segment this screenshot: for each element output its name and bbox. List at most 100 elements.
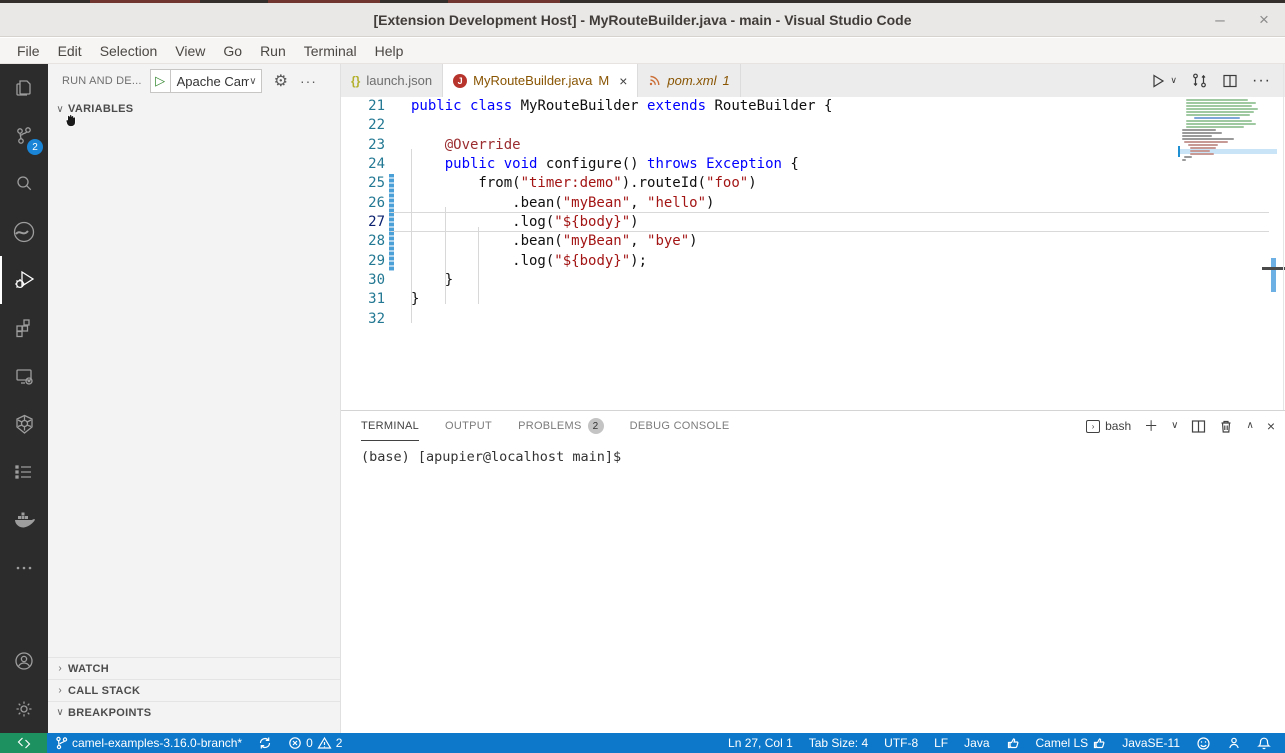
- code-line[interactable]: 30 }: [341, 271, 1285, 290]
- encoding-status[interactable]: UTF-8: [876, 733, 926, 753]
- code-text: public void configure() throws Exception…: [411, 155, 799, 174]
- open-changes-icon[interactable]: [1191, 72, 1208, 89]
- tab-output[interactable]: OUTPUT: [445, 411, 492, 441]
- more-editor-actions-icon[interactable]: ···: [1252, 72, 1271, 90]
- code-line[interactable]: 22: [341, 116, 1285, 135]
- indentation-status[interactable]: Tab Size: 4: [801, 733, 876, 753]
- cursor-position-status[interactable]: Ln 27, Col 1: [720, 733, 801, 753]
- scrollbar-overview-ruler[interactable]: [1271, 97, 1277, 410]
- close-tab-icon[interactable]: ×: [619, 73, 627, 89]
- minimap-row: [1182, 159, 1186, 161]
- menu-go[interactable]: Go: [214, 43, 251, 59]
- minimize-button[interactable]: –: [1209, 11, 1231, 28]
- menu-terminal[interactable]: Terminal: [295, 43, 366, 59]
- menu-edit[interactable]: Edit: [49, 43, 91, 59]
- tab-debug-console[interactable]: DEBUG CONSOLE: [630, 411, 730, 441]
- code-line[interactable]: 32: [341, 310, 1285, 329]
- watch-section-header[interactable]: › WATCH: [48, 657, 340, 679]
- camel-ls-status[interactable]: Camel LS: [1028, 733, 1115, 753]
- modified-badge: M: [598, 73, 609, 88]
- more-actions-icon[interactable]: ···: [300, 73, 317, 89]
- code-line[interactable]: 24 public void configure() throws Except…: [341, 155, 1285, 174]
- code-editor[interactable]: 21public class MyRouteBuilder extends Ro…: [341, 97, 1285, 410]
- code-text: }: [411, 271, 453, 290]
- code-line[interactable]: 23 @Override: [341, 136, 1285, 155]
- minimap-row: [1182, 138, 1234, 140]
- source-control-icon[interactable]: 2: [0, 112, 48, 160]
- overview-cursor-marker: [1262, 267, 1285, 270]
- source-control-badge: 2: [27, 139, 43, 155]
- docker-icon[interactable]: [0, 496, 48, 544]
- kill-terminal-trash-icon[interactable]: [1219, 419, 1233, 434]
- mouse-hand-cursor: [61, 112, 81, 132]
- explorer-icon[interactable]: [0, 64, 48, 112]
- account-icon[interactable]: [0, 637, 48, 685]
- extensions-icon[interactable]: [0, 304, 48, 352]
- code-line[interactable]: 27 .log("${body}"): [341, 213, 1285, 232]
- menu-selection[interactable]: Selection: [91, 43, 167, 59]
- remote-indicator[interactable]: [0, 733, 47, 753]
- sync-changes-button[interactable]: [250, 733, 280, 753]
- start-debug-icon[interactable]: ▷: [151, 70, 171, 92]
- notifications-bell[interactable]: [1249, 733, 1279, 753]
- more-views-icon[interactable]: [0, 544, 48, 592]
- language-mode-status[interactable]: Java: [956, 733, 997, 753]
- code-line[interactable]: 31}: [341, 290, 1285, 309]
- problems-status[interactable]: 0 2: [280, 733, 350, 753]
- run-file-icon[interactable]: [1150, 73, 1166, 89]
- breakpoints-section-header[interactable]: ∨ BREAKPOINTS: [48, 701, 340, 733]
- terminal-dropdown-chevron-icon[interactable]: ∨: [1171, 421, 1178, 431]
- code-line[interactable]: 29 .log("${body}");: [341, 252, 1285, 271]
- minimap-row: [1182, 135, 1212, 137]
- git-branch-status[interactable]: camel-examples-3.16.0-branch*: [47, 733, 250, 753]
- terminal-output[interactable]: (base) [apupier@localhost main]$: [341, 441, 1285, 465]
- tab-problems[interactable]: PROBLEMS 2: [518, 411, 604, 441]
- gutter: [389, 310, 394, 329]
- test-list-icon[interactable]: [0, 448, 48, 496]
- jdk-status[interactable]: JavaSE-11: [1114, 733, 1188, 753]
- settings-gear-icon[interactable]: [0, 685, 48, 733]
- tab-myroutebuilder-java[interactable]: J MyRouteBuilder.java M ×: [443, 64, 638, 97]
- line-number: 25: [341, 174, 385, 193]
- sync-icon: [258, 736, 272, 750]
- json-file-icon: {}: [351, 74, 360, 88]
- maximize-panel-icon[interactable]: ∧: [1246, 421, 1253, 431]
- remote-explorer-icon[interactable]: [0, 352, 48, 400]
- call-stack-section-header[interactable]: › CALL STACK: [48, 679, 340, 701]
- menu-view[interactable]: View: [166, 43, 214, 59]
- shell-selector[interactable]: › bash: [1086, 419, 1131, 433]
- remote-agent-status[interactable]: [1219, 733, 1249, 753]
- menu-file[interactable]: File: [8, 43, 49, 59]
- tab-terminal[interactable]: TERMINAL: [361, 411, 419, 441]
- new-terminal-icon[interactable]: ＋: [1144, 419, 1158, 433]
- split-terminal-icon[interactable]: [1191, 419, 1206, 434]
- minimap[interactable]: [1180, 97, 1268, 187]
- feedback-smiley[interactable]: [1188, 733, 1219, 753]
- code-line[interactable]: 26 .bean("myBean", "hello"): [341, 194, 1285, 213]
- variables-section-header[interactable]: ∨ VARIABLES: [48, 98, 340, 120]
- run-and-debug-icon[interactable]: [0, 256, 48, 304]
- close-button[interactable]: ×: [1253, 11, 1275, 28]
- close-panel-icon[interactable]: ×: [1267, 419, 1275, 433]
- split-editor-icon[interactable]: [1222, 73, 1238, 89]
- configure-gear-icon[interactable]: ⚙: [274, 71, 288, 91]
- openshift-extension-icon[interactable]: [0, 208, 48, 256]
- menu-run[interactable]: Run: [251, 43, 295, 59]
- code-line[interactable]: 25 from("timer:demo").routeId("foo"): [341, 174, 1285, 193]
- chevron-down-icon: ∨: [52, 707, 68, 718]
- tab-launch-json[interactable]: {} launch.json: [341, 64, 443, 97]
- run-and-debug-toolbar: RUN AND DE... ▷ Apache Came ∨ ⚙ ···: [48, 64, 340, 98]
- menu-help[interactable]: Help: [366, 43, 413, 59]
- tab-pom-xml[interactable]: pom.xml 1: [638, 64, 740, 97]
- java-status-thumbsup[interactable]: [998, 733, 1028, 753]
- code-text: .bean("myBean", "hello"): [411, 194, 714, 213]
- eol-status[interactable]: LF: [926, 733, 956, 753]
- code-line[interactable]: 21public class MyRouteBuilder extends Ro…: [341, 97, 1285, 116]
- code-line[interactable]: 28 .bean("myBean", "bye"): [341, 232, 1285, 251]
- menubar: File Edit Selection View Go Run Terminal…: [0, 38, 1285, 64]
- search-icon[interactable]: [0, 160, 48, 208]
- titlebar: [Extension Development Host] - MyRouteBu…: [0, 3, 1285, 37]
- run-dropdown-chevron-icon[interactable]: ∨: [1170, 75, 1177, 86]
- kubernetes-icon[interactable]: [0, 400, 48, 448]
- launch-configuration-select[interactable]: ▷ Apache Came ∨: [150, 69, 262, 93]
